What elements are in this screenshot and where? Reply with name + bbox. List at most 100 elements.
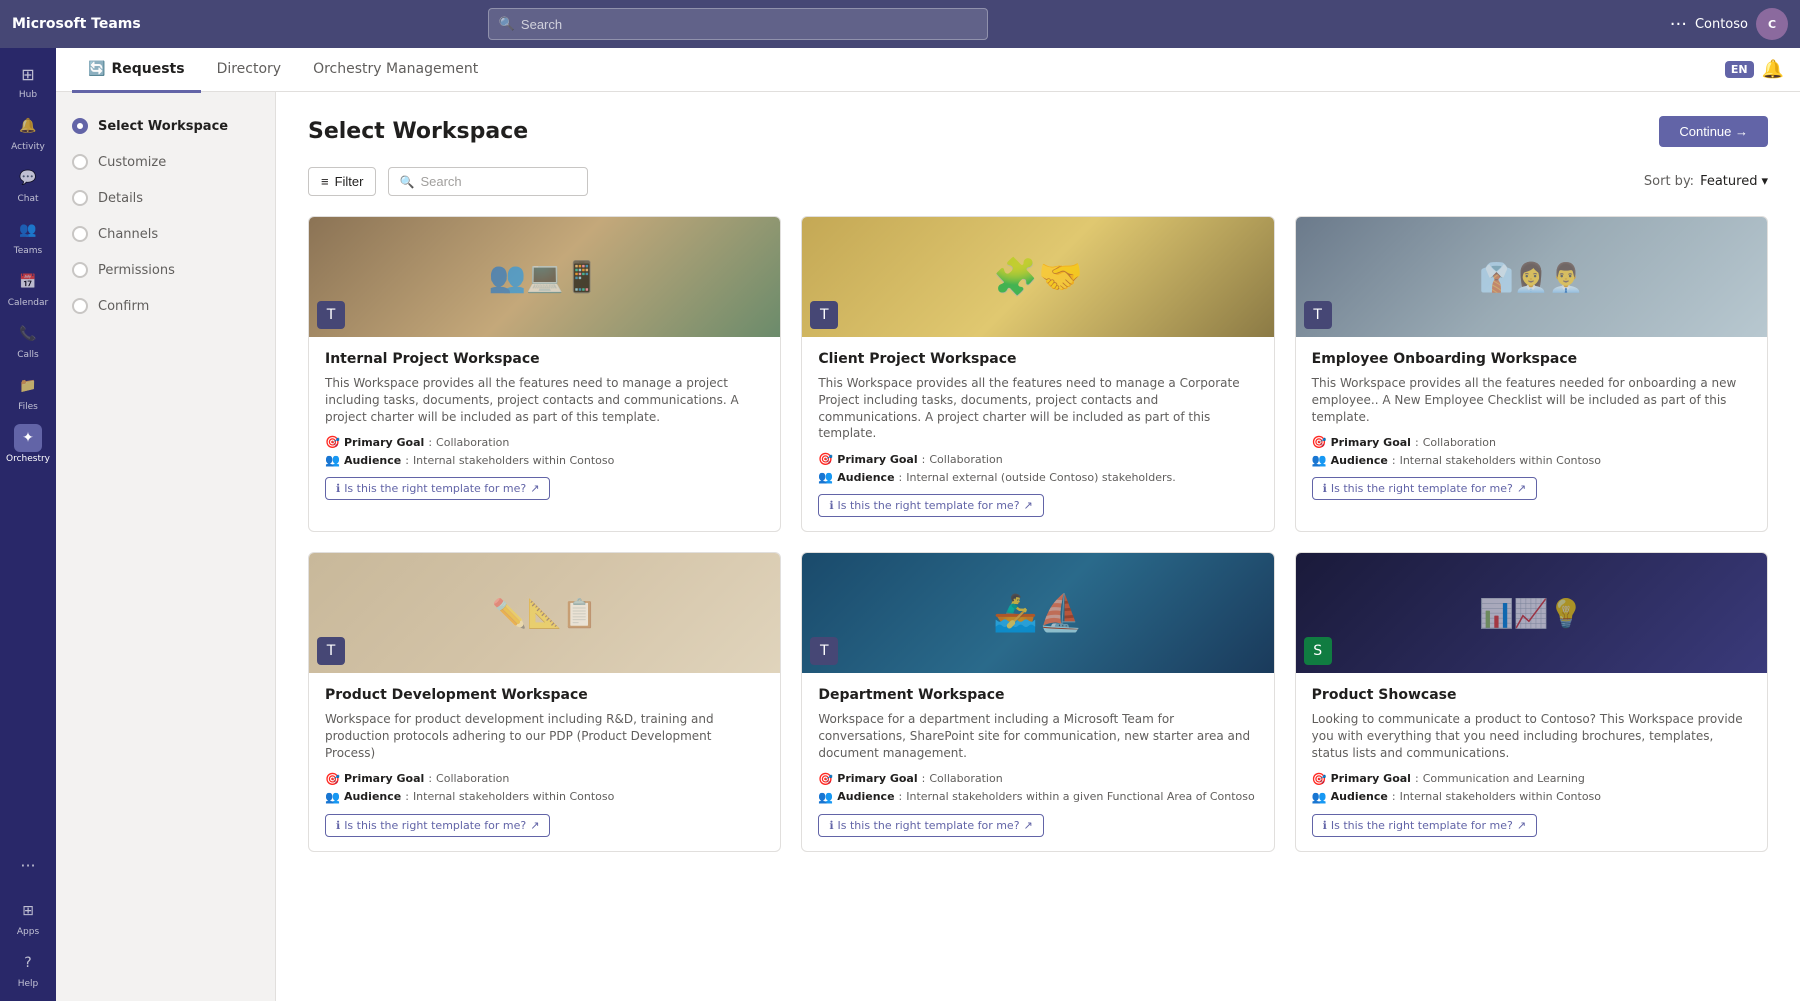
card-title-showcase: Product Showcase [1312, 687, 1751, 703]
card-meta-onboarding: 🎯 Primary Goal : Collaboration 👥 Audienc… [1312, 435, 1751, 467]
step-dot-channels [72, 226, 88, 242]
nav-orchestry[interactable]: ✦ Orchestry [4, 420, 52, 468]
step-channels[interactable]: Channels [56, 216, 275, 252]
info-icon: ℹ [1323, 482, 1327, 495]
main-layout: ⊞ Hub 🔔 Activity 💬 Chat 👥 Teams 📅 Calend… [0, 48, 1800, 1001]
card-image-onboarding: T [1296, 217, 1767, 337]
card-title-client: Client Project Workspace [818, 351, 1257, 367]
info-icon: ℹ [829, 499, 833, 512]
card-desc-client: This Workspace provides all the features… [818, 375, 1257, 442]
step-dot-confirm [72, 298, 88, 314]
teams-badge-product-dev: T [317, 637, 345, 665]
card-body-client: Client Project Workspace This Workspace … [802, 337, 1273, 531]
meta-goal-department: 🎯 Primary Goal : Collaboration [818, 772, 1257, 786]
notification-bell[interactable]: 🔔 [1762, 59, 1784, 80]
step-dot-permissions [72, 262, 88, 278]
panel-title: Select Workspace [308, 119, 528, 144]
card-meta-client: 🎯 Primary Goal : Collaboration 👥 Audienc… [818, 452, 1257, 484]
nav-help[interactable]: ? Help [4, 945, 52, 993]
nav-hub[interactable]: ⊞ Hub [4, 56, 52, 104]
card-body-product-dev: Product Development Workspace Workspace … [309, 673, 780, 850]
sharepoint-icon: S [1313, 643, 1322, 659]
chevron-down-icon: ▾ [1761, 174, 1768, 189]
teams-icon: T [820, 643, 829, 659]
step-select-workspace[interactable]: Select Workspace [56, 108, 275, 144]
goal-icon: 🎯 [1312, 435, 1327, 449]
workspace-card-department[interactable]: T Department Workspace Workspace for a d… [801, 552, 1274, 851]
workspace-search-box[interactable]: 🔍 [388, 167, 588, 196]
card-meta-internal: 🎯 Primary Goal : Collaboration 👥 Audienc… [325, 435, 764, 467]
search-icon: 🔍 [499, 17, 515, 32]
meta-audience-onboarding: 👥 Audience : Internal stakeholders withi… [1312, 453, 1751, 467]
workspace-card-client-project[interactable]: T Client Project Workspace This Workspac… [801, 216, 1274, 532]
card-image-department: T [802, 553, 1273, 673]
step-confirm[interactable]: Confirm [56, 288, 275, 324]
card-desc-product-dev: Workspace for product development includ… [325, 711, 764, 761]
panel-header: Select Workspace Continue → [308, 116, 1768, 147]
workspace-grid: T Internal Project Workspace This Worksp… [308, 216, 1768, 852]
teams-badge-department: T [810, 637, 838, 665]
step-dot-details [72, 190, 88, 206]
filter-button[interactable]: ≡ Filter [308, 167, 376, 196]
nav-activity[interactable]: 🔔 Activity [4, 108, 52, 156]
tab-orchestry-management[interactable]: Orchestry Management [297, 49, 494, 93]
teams-badge-onboarding: T [1304, 301, 1332, 329]
step-details[interactable]: Details [56, 180, 275, 216]
audience-icon: 👥 [818, 470, 833, 484]
tab-bar-right: EN 🔔 [1725, 59, 1784, 80]
meta-goal-onboarding: 🎯 Primary Goal : Collaboration [1312, 435, 1751, 449]
meta-goal-product-dev: 🎯 Primary Goal : Collaboration [325, 772, 764, 786]
step-permissions[interactable]: Permissions [56, 252, 275, 288]
info-icon: ℹ [336, 819, 340, 832]
nav-calls[interactable]: 📞 Calls [4, 316, 52, 364]
template-link-client[interactable]: ℹ Is this the right template for me? ↗ [818, 494, 1043, 517]
nav-more[interactable]: ··· [4, 841, 52, 889]
workspace-card-internal-project[interactable]: T Internal Project Workspace This Worksp… [308, 216, 781, 532]
step-customize[interactable]: Customize [56, 144, 275, 180]
steps-sidebar: Select Workspace Customize Details Chann… [56, 92, 276, 1001]
nav-files[interactable]: 📁 Files [4, 368, 52, 416]
card-desc-onboarding: This Workspace provides all the features… [1312, 375, 1751, 425]
workspace-card-employee-onboarding[interactable]: T Employee Onboarding Workspace This Wor… [1295, 216, 1768, 532]
workspace-card-product-development[interactable]: T Product Development Workspace Workspac… [308, 552, 781, 851]
template-link-department[interactable]: ℹ Is this the right template for me? ↗ [818, 814, 1043, 837]
app-name: Microsoft Teams [12, 16, 141, 32]
workspace-card-product-showcase[interactable]: S Product Showcase Looking to communicat… [1295, 552, 1768, 851]
template-link-product-dev[interactable]: ℹ Is this the right template for me? ↗ [325, 814, 550, 837]
card-image-client: T [802, 217, 1273, 337]
tab-directory[interactable]: Directory [201, 49, 298, 93]
avatar[interactable]: C [1756, 8, 1788, 40]
external-link-icon: ↗ [1024, 819, 1033, 832]
nav-teams[interactable]: 👥 Teams [4, 212, 52, 260]
template-link-showcase[interactable]: ℹ Is this the right template for me? ↗ [1312, 814, 1537, 837]
language-badge[interactable]: EN [1725, 61, 1754, 78]
topbar-right: ··· Contoso C [1670, 8, 1788, 40]
nav-chat[interactable]: 💬 Chat [4, 160, 52, 208]
audience-icon: 👥 [325, 453, 340, 467]
meta-goal-showcase: 🎯 Primary Goal : Communication and Learn… [1312, 772, 1751, 786]
workspace-panel: Select Workspace Continue → ≡ Filter 🔍 S… [276, 92, 1800, 1001]
global-search[interactable]: 🔍 [488, 8, 988, 40]
sort-select[interactable]: Featured ▾ [1700, 174, 1768, 189]
teams-icon: T [820, 307, 829, 323]
card-image-product-dev: T [309, 553, 780, 673]
card-body-onboarding: Employee Onboarding Workspace This Works… [1296, 337, 1767, 514]
workspace-search-input[interactable] [420, 174, 577, 189]
filter-row: ≡ Filter 🔍 Sort by: Featured ▾ [308, 167, 1768, 196]
card-image-internal: T [309, 217, 780, 337]
requests-tab-icon: 🔄 [88, 61, 105, 77]
continue-button[interactable]: Continue → [1659, 116, 1768, 147]
external-link-icon: ↗ [530, 819, 539, 832]
nav-calendar[interactable]: 📅 Calendar [4, 264, 52, 312]
search-input[interactable] [521, 17, 977, 32]
tab-requests[interactable]: 🔄 Requests [72, 49, 201, 93]
more-options-button[interactable]: ··· [1670, 14, 1687, 35]
template-link-onboarding[interactable]: ℹ Is this the right template for me? ↗ [1312, 477, 1537, 500]
nav-apps[interactable]: ⊞ Apps [4, 893, 52, 941]
meta-audience-department: 👥 Audience : Internal stakeholders withi… [818, 790, 1257, 804]
card-image-showcase: S [1296, 553, 1767, 673]
card-body-internal: Internal Project Workspace This Workspac… [309, 337, 780, 514]
audience-icon: 👥 [325, 790, 340, 804]
template-link-internal[interactable]: ℹ Is this the right template for me? ↗ [325, 477, 550, 500]
goal-icon: 🎯 [818, 452, 833, 466]
